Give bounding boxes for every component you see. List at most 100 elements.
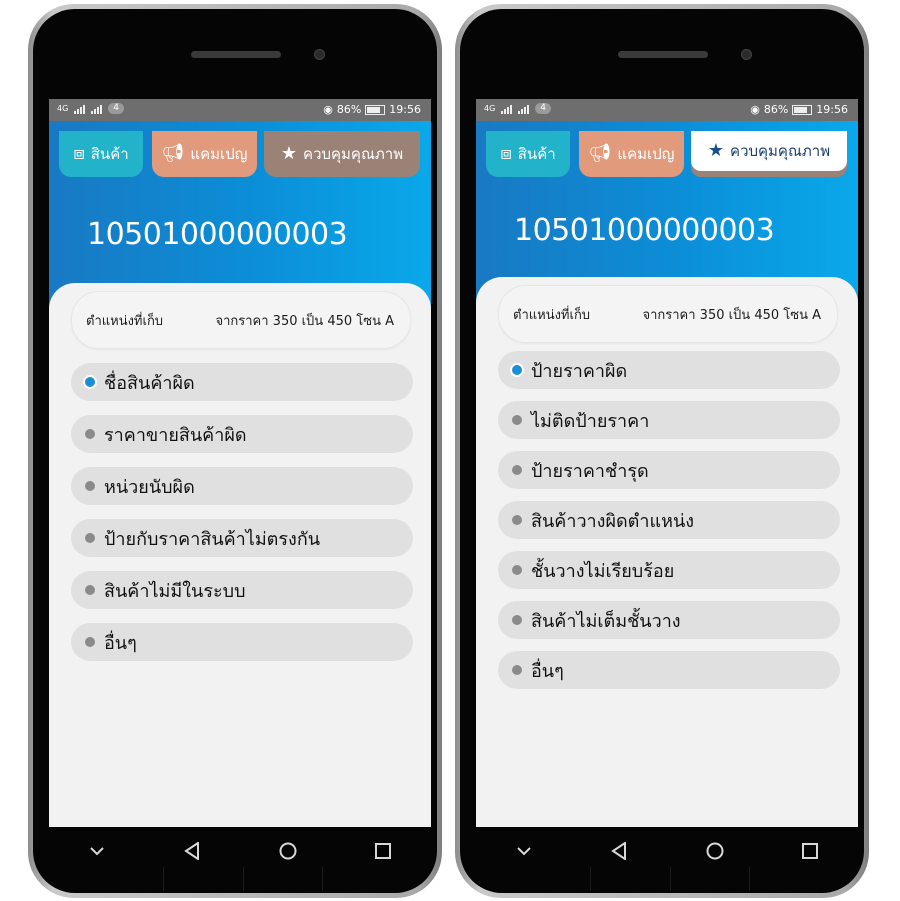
option-item[interactable]: อื่นๆ [71, 623, 413, 661]
option-label: ป้ายราคาผิด [531, 360, 628, 382]
option-label: ชื่อสินค้าผิด [104, 372, 195, 394]
megaphone-icon: 📢︎ [161, 143, 185, 164]
option-item[interactable]: หน่วยนับผิด [71, 467, 413, 505]
signal-icon [74, 104, 86, 114]
tab-label: ควบคุมคุณภาพ [730, 142, 831, 160]
chevron-down-icon[interactable] [77, 831, 117, 871]
radio-icon [512, 365, 522, 375]
tab-product[interactable]: ⧈ สินค้า [486, 131, 570, 177]
battery-percent: 86% [763, 103, 789, 116]
option-label: ราคาขายสินค้าผิด [104, 424, 247, 446]
battery-icon [792, 104, 813, 115]
option-label: ชั้นวางไม่เรียบร้อย [531, 560, 675, 582]
option-label: อื่นๆ [104, 632, 137, 654]
option-item[interactable]: ไม่ติดป้ายราคา [498, 401, 840, 439]
option-item[interactable]: ป้ายราคาชำรุด [498, 451, 840, 489]
radio-icon [512, 615, 522, 625]
screen: 4G 4 ◉ 86% 19:56 ⧈ สินค้า 📢︎ แคมเปญ ★ คว… [476, 99, 858, 827]
option-item[interactable]: ป้ายราคาผิด [498, 351, 840, 389]
megaphone-icon: 📢︎ [588, 143, 612, 164]
location-label: ตำแหน่งที่เก็บ [86, 313, 164, 329]
tab-label: สินค้า [90, 145, 129, 163]
home-circle-icon[interactable] [268, 831, 308, 871]
tab-label: แคมเปญ [617, 145, 675, 163]
battery-icon [365, 104, 386, 115]
radio-icon [85, 377, 95, 387]
tab-quality-control[interactable]: ★ ควบคุมคุณภาพ [264, 131, 420, 177]
chevron-down-icon[interactable] [504, 831, 544, 871]
back-triangle-icon[interactable] [599, 831, 639, 871]
option-item[interactable]: สินค้าวางผิดตำแหน่ง [498, 501, 840, 539]
sim-badge: 4 [535, 103, 552, 114]
tab-campaign[interactable]: 📢︎ แคมเปญ [152, 131, 257, 177]
boxes-icon: ⧈ [73, 143, 85, 164]
tab-label: ควบคุมคุณภาพ [303, 145, 404, 163]
home-circle-icon[interactable] [695, 831, 735, 871]
option-item[interactable]: สินค้าไม่เต็มชั้นวาง [498, 601, 840, 639]
phone-left: 4G 4 ◉ 86% 19:56 ⧈ สินค้า 📢︎ แคมเปญ ★ คว… [28, 4, 442, 898]
phone-right: 4G 4 ◉ 86% 19:56 ⧈ สินค้า 📢︎ แคมเปญ ★ คว… [455, 4, 869, 898]
recents-square-icon[interactable] [363, 831, 403, 871]
tab-label: สินค้า [517, 145, 556, 163]
back-triangle-icon[interactable] [172, 831, 212, 871]
signal-icon [91, 104, 103, 114]
eye-comfort-icon: ◉ [323, 103, 333, 116]
battery-percent: 86% [336, 103, 362, 116]
speaker-grille [191, 51, 281, 58]
radio-icon [85, 533, 95, 543]
option-label: สินค้าไม่มีในระบบ [104, 580, 246, 602]
location-label: ตำแหน่งที่เก็บ [513, 307, 591, 323]
phone-bezel: 4G 4 ◉ 86% 19:56 ⧈ สินค้า 📢︎ แคมเปญ ★ คว… [33, 9, 437, 893]
option-item[interactable]: ชื่อสินค้าผิด [71, 363, 413, 401]
radio-icon [512, 515, 522, 525]
tab-label: แคมเปญ [190, 145, 248, 163]
screen: 4G 4 ◉ 86% 19:56 ⧈ สินค้า 📢︎ แคมเปญ ★ คว… [49, 99, 431, 827]
signal-icon [518, 104, 530, 114]
option-item[interactable]: ชั้นวางไม่เรียบร้อย [498, 551, 840, 589]
radio-icon [512, 565, 522, 575]
option-label: ป้ายราคาชำรุด [531, 460, 649, 482]
phone-bezel: 4G 4 ◉ 86% 19:56 ⧈ สินค้า 📢︎ แคมเปญ ★ คว… [460, 9, 864, 893]
radio-icon [85, 637, 95, 647]
speaker-grille [618, 51, 708, 58]
location-value: จากราคา 350 เป็น 450 โซน A [215, 313, 394, 329]
radio-icon [85, 429, 95, 439]
network-type: 4G [57, 104, 69, 113]
recents-square-icon[interactable] [790, 831, 830, 871]
content-card: ตำแหน่งที่เก็บ จากราคา 350 เป็น 450 โซน … [49, 283, 431, 827]
location-value: จากราคา 350 เป็น 450 โซน A [642, 307, 821, 323]
radio-icon [85, 481, 95, 491]
tab-quality-control[interactable]: ★ ควบคุมคุณภาพ [691, 131, 847, 171]
option-item[interactable]: ราคาขายสินค้าผิด [71, 415, 413, 453]
star-icon: ★ [280, 143, 298, 164]
radio-icon [512, 415, 522, 425]
option-label: สินค้าไม่เต็มชั้นวาง [531, 610, 681, 632]
signal-icon [501, 104, 513, 114]
radio-icon [512, 665, 522, 675]
location-box: ตำแหน่งที่เก็บ จากราคา 350 เป็น 450 โซน … [71, 291, 411, 349]
eye-comfort-icon: ◉ [750, 103, 760, 116]
radio-icon [85, 585, 95, 595]
star-icon: ★ [707, 140, 725, 161]
status-bar: 4G 4 ◉ 86% 19:56 [476, 99, 858, 121]
boxes-icon: ⧈ [500, 143, 512, 164]
option-item[interactable]: อื่นๆ [498, 651, 840, 689]
product-code: 10501000000003 [87, 217, 348, 252]
product-code: 10501000000003 [514, 213, 775, 248]
option-label: ไม่ติดป้ายราคา [531, 410, 650, 432]
network-type: 4G [484, 104, 496, 113]
option-item[interactable]: ป้ายกับราคาสินค้าไม่ตรงกัน [71, 519, 413, 557]
front-camera [741, 49, 752, 60]
phone-bottom-edge [163, 867, 323, 891]
content-card: ตำแหน่งที่เก็บ จากราคา 350 เป็น 450 โซน … [476, 277, 858, 827]
option-label: หน่วยนับผิด [104, 476, 195, 498]
option-item[interactable]: สินค้าไม่มีในระบบ [71, 571, 413, 609]
front-camera [314, 49, 325, 60]
option-label: สินค้าวางผิดตำแหน่ง [531, 510, 695, 532]
clock: 19:56 [389, 103, 421, 116]
tab-campaign[interactable]: 📢︎ แคมเปญ [579, 131, 684, 177]
location-box: ตำแหน่งที่เก็บ จากราคา 350 เป็น 450 โซน … [498, 285, 838, 343]
clock: 19:56 [816, 103, 848, 116]
tab-product[interactable]: ⧈ สินค้า [59, 131, 143, 177]
status-bar: 4G 4 ◉ 86% 19:56 [49, 99, 431, 121]
